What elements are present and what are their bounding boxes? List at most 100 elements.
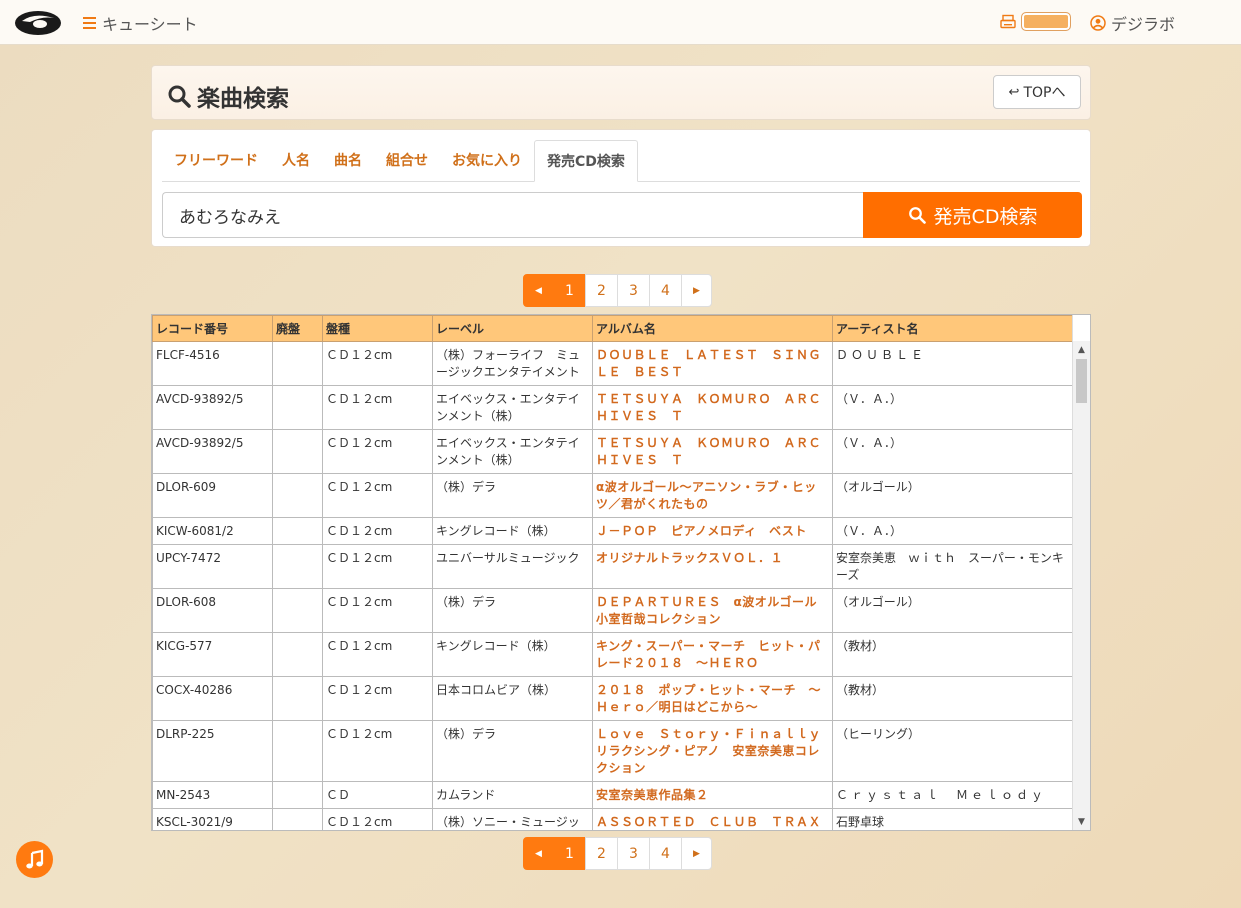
record-number: AVCD-93892/5 xyxy=(152,429,273,474)
page-button-1[interactable]: 1 xyxy=(553,837,586,870)
record-number: DLOR-608 xyxy=(152,588,273,633)
scroll-down-icon[interactable]: ▼ xyxy=(1073,813,1090,830)
album-link[interactable]: α波オルゴール〜アニソン・ラブ・ヒッツ／君がくれたもの xyxy=(592,473,833,518)
page-button-3[interactable]: 3 xyxy=(617,837,650,870)
label-name: 日本コロムビア（株） xyxy=(432,676,593,721)
discontinued xyxy=(272,341,323,386)
discontinued xyxy=(272,544,323,589)
table-scrollbar[interactable]: ▲ ▼ xyxy=(1072,341,1090,830)
artist-name: 石野卓球 xyxy=(832,808,1073,830)
artist-name: （Ｖ．Ａ．） xyxy=(832,517,1073,545)
caret-right-icon: ▶ xyxy=(693,285,700,296)
artist-name: （Ｖ．Ａ．） xyxy=(832,385,1073,430)
tab-freeword[interactable]: フリーワード xyxy=(162,140,270,182)
column-header[interactable]: レーベル xyxy=(432,315,593,342)
artist-name: Ｃｒｙｓｔａｌ Ｍｅｌｏｄｙ xyxy=(832,781,1073,809)
album-link[interactable]: キング・スーパー・マーチ ヒット・パレード２０１８ 〜ＨＥＲＯ xyxy=(592,632,833,677)
top-button[interactable]: ↩ TOPへ xyxy=(993,75,1081,109)
album-link[interactable]: Ｊ－ＰＯＰ ピアノメロディ ベスト xyxy=(592,517,833,545)
artist-name: ＤＯＵＢＬＥ xyxy=(832,341,1073,386)
column-header[interactable]: レコード番号 xyxy=(152,315,273,342)
table-row[interactable]: KICG-577 ＣＤ１２cm キングレコード（株） キング・スーパー・マーチ … xyxy=(152,632,1073,677)
record-number: KICG-577 xyxy=(152,632,273,677)
table-row[interactable]: DLOR-609 ＣＤ１２cm （株）デラ α波オルゴール〜アニソン・ラブ・ヒッ… xyxy=(152,473,1073,518)
page-button-4[interactable]: 4 xyxy=(649,837,682,870)
album-link[interactable]: オリジナルトラックスＶＯＬ．１ xyxy=(592,544,833,589)
printer-icon[interactable] xyxy=(1000,14,1016,30)
album-link[interactable]: ＤＥＰＡＲＴＵＲＥＳ α波オルゴール 小室哲哉コレクション xyxy=(592,588,833,633)
tab-favorites[interactable]: お気に入り xyxy=(440,140,534,182)
label-name: エイベックス・エンタテインメント（株） xyxy=(432,385,593,430)
page-button-1[interactable]: 1 xyxy=(553,274,586,307)
label-name: （株）フォーライフ ミュージックエンタテイメント xyxy=(432,341,593,386)
record-number: COCX-40286 xyxy=(152,676,273,721)
label-name: （株）ソニー・ミュージックレーベルズ xyxy=(432,808,593,830)
disc-type: ＣＤ１２cm xyxy=(322,720,433,782)
page-button-4[interactable]: 4 xyxy=(649,274,682,307)
discontinued xyxy=(272,632,323,677)
record-number: DLRP-225 xyxy=(152,720,273,782)
next-page-button[interactable]: ▶ xyxy=(681,837,712,870)
next-page-button[interactable]: ▶ xyxy=(681,274,712,307)
artist-name: （Ｖ．Ａ．） xyxy=(832,429,1073,474)
caret-right-icon: ▶ xyxy=(693,848,700,859)
top-bar: キューシート デジラボ xyxy=(0,0,1241,45)
tab-song[interactable]: 曲名 xyxy=(322,140,374,182)
table-row[interactable]: AVCD-93892/5 ＣＤ１２cm エイベックス・エンタテインメント（株） … xyxy=(152,385,1073,430)
title-panel: 楽曲検索 ↩ TOPへ xyxy=(151,65,1091,120)
cd-search-button[interactable]: 発売CD検索 xyxy=(863,192,1082,238)
user-menu[interactable]: デジラボ xyxy=(1090,11,1175,35)
disc-type: ＣＤ１２cm xyxy=(322,588,433,633)
scrollbar-thumb[interactable] xyxy=(1076,359,1087,403)
table-row[interactable]: MN-2543 ＣＤ カムランド 安室奈美恵作品集２ Ｃｒｙｓｔａｌ Ｍｅｌｏｄ… xyxy=(152,781,1073,809)
tab-cd-search[interactable]: 発売CD検索 xyxy=(534,140,638,182)
menu-button[interactable]: キューシート xyxy=(83,11,198,35)
scroll-up-icon[interactable]: ▲ xyxy=(1073,341,1090,358)
status-pill[interactable] xyxy=(1021,12,1071,31)
table-row[interactable]: KICW-6081/2 ＣＤ１２cm キングレコード（株） Ｊ－ＰＯＰ ピアノメ… xyxy=(152,517,1073,545)
album-link[interactable]: Ｌｏｖｅ Ｓｔｏｒｙ・Ｆｉｎａｌｌｙ リラクシング・ピアノ 安室奈美恵コレクショ… xyxy=(592,720,833,782)
table-row[interactable]: AVCD-93892/5 ＣＤ１２cm エイベックス・エンタテインメント（株） … xyxy=(152,429,1073,474)
page-title: 楽曲検索 xyxy=(167,79,289,113)
table-row[interactable]: FLCF-4516 ＣＤ１２cm （株）フォーライフ ミュージックエンタテイメン… xyxy=(152,341,1073,386)
record-number: MN-2543 xyxy=(152,781,273,809)
logo-icon[interactable] xyxy=(14,8,62,36)
album-link[interactable]: ＴＥＴＳＵＹＡ ＫＯＭＵＲＯ ＡＲＣＨＩＶＥＳ Ｔ xyxy=(592,429,833,474)
prev-page-button[interactable]: ◀ xyxy=(523,837,554,870)
table-row[interactable]: DLRP-225 ＣＤ１２cm （株）デラ Ｌｏｖｅ Ｓｔｏｒｙ・Ｆｉｎａｌｌｙ… xyxy=(152,720,1073,782)
discontinued xyxy=(272,385,323,430)
album-link[interactable]: 安室奈美恵作品集２ xyxy=(592,781,833,809)
tab-combination[interactable]: 組合せ xyxy=(374,140,440,182)
album-link[interactable]: ＡＳＳＯＲＴＥＤ ＣＬＵＢ ＴＲＡＸ xyxy=(592,808,833,830)
table-header-row: レコード番号 廃盤 盤種 レーベル アルバム名 アーティスト名 xyxy=(152,315,1073,342)
tab-person[interactable]: 人名 xyxy=(270,140,322,182)
discontinued xyxy=(272,588,323,633)
page-button-2[interactable]: 2 xyxy=(585,837,618,870)
label-name: キングレコード（株） xyxy=(432,517,593,545)
artist-name: （教材） xyxy=(832,632,1073,677)
record-number: KSCL-3021/9 xyxy=(152,808,273,830)
table-row[interactable]: KSCL-3021/9 ＣＤ１２cm （株）ソニー・ミュージックレーベルズ ＡＳ… xyxy=(152,808,1073,830)
label-name: カムランド xyxy=(432,781,593,809)
column-header[interactable]: アーティスト名 xyxy=(832,315,1073,342)
search-input[interactable] xyxy=(162,192,864,238)
music-button[interactable] xyxy=(16,841,53,878)
column-header[interactable]: 盤種 xyxy=(322,315,433,342)
record-number: FLCF-4516 xyxy=(152,341,273,386)
album-link[interactable]: ＤＯＵＢＬＥ ＬＡＴＥＳＴ ＳＩＮＧＬＥ ＢＥＳＴ xyxy=(592,341,833,386)
table-row[interactable]: DLOR-608 ＣＤ１２cm （株）デラ ＤＥＰＡＲＴＵＲＥＳ α波オルゴール… xyxy=(152,588,1073,633)
column-header[interactable]: アルバム名 xyxy=(592,315,833,342)
album-link[interactable]: ＴＥＴＳＵＹＡ ＫＯＭＵＲＯ ＡＲＣＨＩＶＥＳ Ｔ xyxy=(592,385,833,430)
album-link[interactable]: ２０１８ ポップ・ヒット・マーチ 〜Ｈｅｒｏ／明日はどこから〜 xyxy=(592,676,833,721)
table-row[interactable]: UPCY-7472 ＣＤ１２cm ユニバーサルミュージック オリジナルトラックス… xyxy=(152,544,1073,589)
back-arrow-icon: ↩ xyxy=(1008,84,1020,100)
table-row[interactable]: COCX-40286 ＣＤ１２cm 日本コロムビア（株） ２０１８ ポップ・ヒッ… xyxy=(152,676,1073,721)
prev-page-button[interactable]: ◀ xyxy=(523,274,554,307)
page-button-3[interactable]: 3 xyxy=(617,274,650,307)
record-number: UPCY-7472 xyxy=(152,544,273,589)
disc-type: ＣＤ１２cm xyxy=(322,429,433,474)
disc-type: ＣＤ１２cm xyxy=(322,632,433,677)
discontinued xyxy=(272,517,323,545)
column-header[interactable]: 廃盤 xyxy=(272,315,323,342)
page-button-2[interactable]: 2 xyxy=(585,274,618,307)
